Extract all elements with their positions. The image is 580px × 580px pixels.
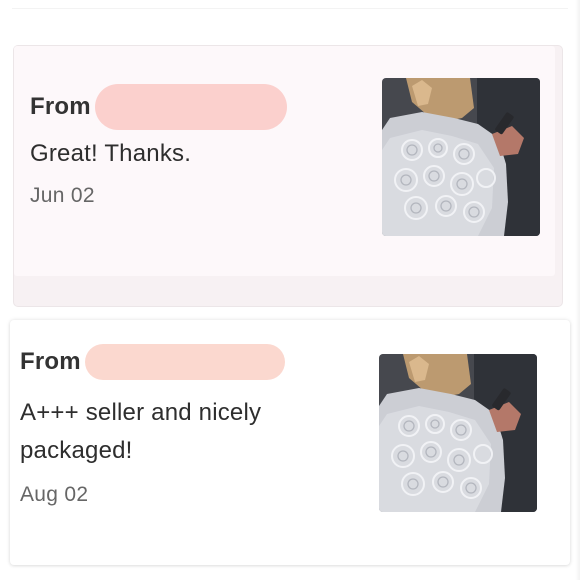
top-divider bbox=[12, 8, 568, 9]
review-message: Great! Thanks. bbox=[30, 140, 192, 167]
review-from-row: From bbox=[20, 344, 285, 380]
review-card[interactable]: From A+++ seller and nicely packaged! Au… bbox=[10, 320, 570, 565]
product-photo-icon bbox=[382, 78, 540, 236]
product-thumbnail[interactable] bbox=[382, 78, 540, 236]
redacted-username bbox=[94, 84, 287, 130]
edge-shadow bbox=[575, 0, 580, 580]
reviews-screenshot: From Great! Thanks. Jun 02 From A+++ sel… bbox=[0, 0, 580, 580]
product-photo-icon bbox=[379, 354, 537, 512]
review-card[interactable]: From Great! Thanks. Jun 02 bbox=[14, 46, 562, 306]
review-from-row: From bbox=[30, 84, 287, 130]
review-date: Aug 02 bbox=[20, 483, 89, 506]
review-from-label: From bbox=[20, 348, 81, 375]
review-date: Jun 02 bbox=[30, 184, 95, 207]
product-thumbnail[interactable] bbox=[379, 354, 537, 512]
redacted-username bbox=[84, 344, 285, 380]
review-from-label: From bbox=[30, 93, 91, 120]
review-message: A+++ seller and nicely packaged! bbox=[20, 399, 262, 464]
